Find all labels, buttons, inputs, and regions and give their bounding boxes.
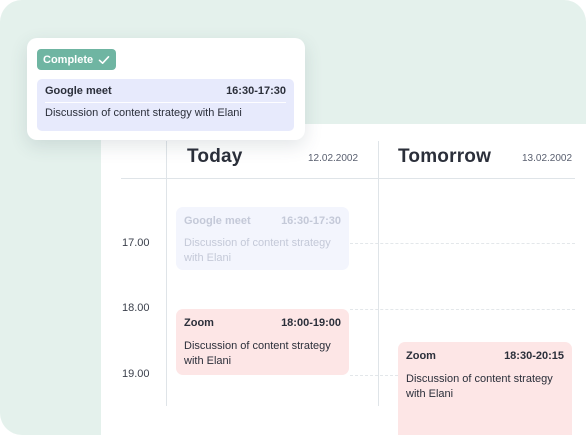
hour-gridline [350, 309, 575, 310]
day-header-today[interactable]: Today [187, 146, 243, 168]
divider [45, 102, 286, 103]
header-divider [121, 178, 575, 179]
event-header: Google meet 16:30-17:30 [45, 85, 286, 97]
event-description: Discussion of content strategy with Elan… [406, 373, 553, 400]
event-card-zoom[interactable]: Zoom 18:00-19:00 Discussion of content s… [176, 309, 349, 375]
day-title: Today [187, 146, 243, 167]
event-header: Zoom 18:30-20:15 [406, 350, 564, 362]
hour-gridline [350, 243, 575, 244]
day-title: Tomorrow [398, 146, 492, 167]
checkmark-icon [98, 55, 110, 64]
hour-gridline [350, 375, 398, 376]
event-header: Google meet 16:30-17:30 [184, 215, 341, 227]
time-label: 18.00 [122, 302, 150, 314]
event-title: Google meet [45, 85, 112, 97]
event-description: Discussion of content strategy with Elan… [184, 237, 331, 264]
badge-label: Complete [43, 53, 94, 66]
complete-badge[interactable]: Complete [37, 49, 117, 70]
event-header: Zoom 18:00-19:00 [184, 317, 341, 329]
event-time: 18:00-19:00 [281, 317, 341, 329]
event-description: Discussion of content strategy with Elan… [184, 340, 331, 367]
event-description: Discussion of content strategy with Elan… [45, 107, 242, 119]
event-card-completed[interactable]: Google meet 16:30-17:30 Discussion of co… [176, 207, 349, 270]
event-time: 16:30-17:30 [226, 85, 286, 97]
event-card-zoom[interactable]: Zoom 18:30-20:15 Discussion of content s… [398, 342, 572, 435]
day-date: 13.02.2002 [522, 153, 573, 164]
event-title: Zoom [184, 317, 214, 329]
time-label: 17.00 [122, 237, 150, 249]
column-divider [166, 141, 167, 406]
event-time: 18:30-20:15 [504, 350, 564, 362]
event-time: 16:30-17:30 [281, 215, 341, 227]
day-header-tomorrow[interactable]: Tomorrow [398, 146, 491, 168]
event-title: Google meet [184, 215, 251, 227]
day-date: 12.02.2002 [308, 153, 359, 164]
time-label: 19.00 [122, 368, 150, 380]
popup-event-card[interactable]: Google meet 16:30-17:30 Discussion of co… [37, 79, 294, 131]
column-divider [378, 141, 379, 406]
event-title: Zoom [406, 350, 436, 362]
